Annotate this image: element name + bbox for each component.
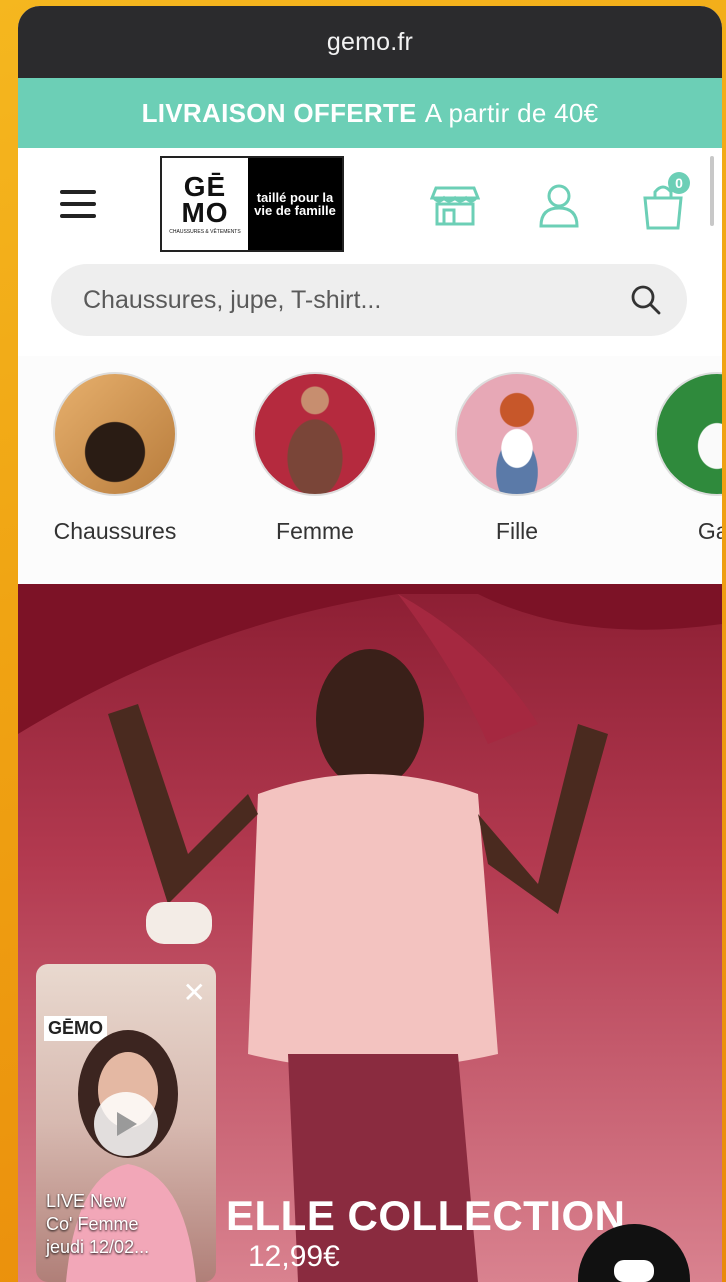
live-video-widget[interactable]: ✕ GĒMO LIVE New Co' Femme jeudi 12/02...	[36, 964, 216, 1282]
category-label: Chaussures	[53, 518, 177, 544]
category-image-femme	[253, 372, 377, 496]
hero-title: ELLE COLLECTION	[226, 1192, 626, 1239]
hero-price: 12,99€	[248, 1240, 340, 1273]
video-caption-line1: LIVE New	[46, 1191, 127, 1211]
promo-text: A partir de 40€	[424, 97, 599, 128]
category-carousel: Chaussures Femme Fille Gar	[18, 356, 722, 584]
cart-count-badge: 0	[668, 172, 690, 194]
category-image-fille	[455, 372, 579, 496]
logo-small-text: CHAUSSURES & VÊTEMENTS	[169, 228, 241, 235]
page-scrollbar[interactable]	[710, 156, 714, 226]
search-bar	[51, 264, 687, 336]
video-caption-line2: Co' Femme	[46, 1214, 139, 1234]
category-femme[interactable]: Femme	[240, 372, 390, 545]
video-caption: LIVE New Co' Femme jeudi 12/02...	[46, 1190, 149, 1259]
category-image-garcon	[655, 372, 722, 496]
search-input[interactable]	[81, 284, 631, 316]
category-label: Femme	[276, 518, 354, 544]
category-image-chaussures	[53, 372, 177, 496]
site-header: GĒ MO CHAUSSURES & VÊTEMENTS taillé pour…	[18, 148, 722, 264]
gemo-logo[interactable]: GĒ MO CHAUSSURES & VÊTEMENTS taillé pour…	[160, 156, 344, 252]
play-icon[interactable]	[94, 1092, 158, 1156]
menu-icon[interactable]	[60, 190, 96, 220]
category-fille[interactable]: Fille	[442, 372, 592, 545]
logo-text-top: GĒ	[183, 170, 227, 202]
search-icon[interactable]	[631, 285, 661, 315]
category-label: Fille	[495, 518, 539, 544]
phone-screen: gemo.fr LIVRAISON OFFERTE A partir de 40…	[18, 6, 722, 1282]
promo-bold-text: LIVRAISON OFFERTE	[141, 97, 417, 128]
promo-banner[interactable]: LIVRAISON OFFERTE A partir de 40€	[18, 78, 722, 148]
chat-icon	[614, 1260, 654, 1282]
url-text: gemo.fr	[326, 27, 414, 56]
category-garcon[interactable]: Gar	[642, 372, 722, 545]
logo-text-bottom: MO	[181, 196, 229, 228]
video-caption-line3: jeudi 12/02...	[46, 1237, 150, 1257]
logo-tagline: taillé pour la vie de famille	[248, 158, 342, 250]
logo-left: GĒ MO CHAUSSURES & VÊTEMENTS	[162, 158, 248, 250]
category-label: Gar	[697, 518, 722, 544]
category-chaussures[interactable]: Chaussures	[40, 372, 190, 545]
store-icon[interactable]	[429, 184, 481, 233]
account-icon[interactable]	[537, 182, 581, 235]
browser-url-bar[interactable]: gemo.fr	[18, 6, 722, 78]
